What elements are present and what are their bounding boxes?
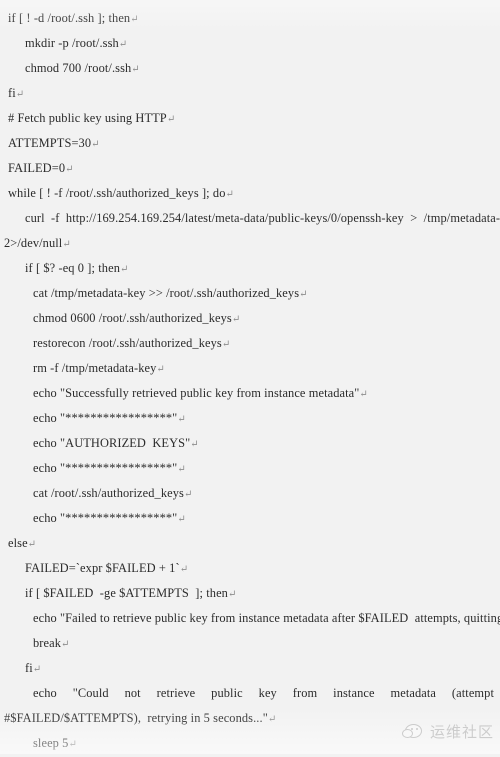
code-line: echo "Successfully retrieved public key …	[4, 381, 496, 406]
code-line-text: #$FAILED/$ATTEMPTS), retrying in 5 secon…	[4, 711, 268, 725]
carriage-return-mark-icon: ↵	[15, 89, 25, 100]
code-line: #$FAILED/$ATTEMPTS), retrying in 5 secon…	[4, 706, 496, 731]
code-line: fi↵	[4, 656, 496, 681]
carriage-return-mark-icon: ↵	[183, 489, 193, 500]
code-line: cat /root/.ssh/authorized_keys↵	[4, 481, 496, 506]
carriage-return-mark-icon: ↵	[27, 539, 37, 550]
carriage-return-mark-icon: ↵	[190, 439, 199, 450]
code-line: break↵	[4, 631, 496, 656]
code-line: rm -f /tmp/metadata-key↵	[4, 356, 496, 381]
carriage-return-mark-icon: ↵	[118, 39, 128, 50]
code-line: chmod 0600 /root/.ssh/authorized_keys↵	[4, 306, 496, 331]
code-line-text: cat /tmp/metadata-key >> /root/.ssh/auth…	[33, 286, 300, 300]
carriage-return-mark-icon: ↵	[227, 589, 237, 600]
code-block: if [ ! -d /root/.ssh ]; then↵ mkdir -p /r…	[4, 6, 500, 756]
code-line-text: mkdir -p /root/.ssh	[25, 36, 119, 50]
code-line: while [ ! -f /root/.ssh/authorized_keys …	[4, 181, 496, 206]
code-line: if [ $FAILED -ge $ATTEMPTS ]; then↵	[4, 581, 496, 606]
code-line-text: sleep 5	[33, 736, 69, 750]
code-line: echo "Failed to retrieve public key from…	[4, 606, 500, 631]
code-line: echo "AUTHORIZED KEYS"↵	[4, 431, 496, 456]
carriage-return-mark-icon: ↵	[359, 389, 368, 400]
code-line-text: cat /root/.ssh/authorized_keys	[33, 486, 184, 500]
code-line-text: if [ $? -eq 0 ]; then	[25, 261, 120, 275]
code-line-text: echo "Failed to retrieve public key from…	[33, 611, 500, 625]
code-line-text: while [ ! -f /root/.ssh/authorized_keys …	[8, 186, 226, 200]
code-line-text: echo "Could not retrieve public key from…	[33, 686, 494, 700]
code-line: FAILED=0↵	[4, 156, 496, 181]
code-line: if [ $? -eq 0 ]; then↵	[4, 256, 496, 281]
code-line: restorecon /root/.ssh/authorized_keys↵	[4, 331, 496, 356]
code-line-text: echo "*****************"	[33, 411, 178, 425]
code-line-text: restorecon /root/.ssh/authorized_keys	[33, 336, 222, 350]
code-line: else↵	[4, 531, 496, 556]
code-line-text: echo "AUTHORIZED KEYS"	[33, 436, 191, 450]
carriage-return-mark-icon: ↵	[32, 664, 42, 675]
code-line: cat /tmp/metadata-key >> /root/.ssh/auth…	[4, 281, 496, 306]
code-line: # Fetch public key using HTTP↵	[4, 106, 496, 131]
carriage-return-mark-icon: ↵	[231, 314, 241, 325]
code-line-text: echo "*****************"	[33, 461, 178, 475]
code-line-text: fi	[25, 661, 33, 675]
code-line: echo "*****************"↵	[4, 406, 496, 431]
code-line-text: if [ ! -d /root/.ssh ]; then	[8, 11, 131, 25]
carriage-return-mark-icon: ↵	[177, 464, 186, 475]
carriage-return-mark-icon: ↵	[267, 714, 277, 725]
code-line: echo "*****************"↵	[4, 506, 496, 531]
carriage-return-mark-icon: ↵	[299, 289, 308, 300]
carriage-return-mark-icon: ↵	[179, 564, 189, 575]
carriage-return-mark-icon: ↵	[156, 364, 165, 375]
code-line-text: else	[8, 536, 28, 550]
code-line-text: chmod 0600 /root/.ssh/authorized_keys	[33, 311, 232, 325]
code-line-text: curl -f http://169.254.169.254/latest/me…	[25, 211, 500, 225]
code-line-text: FAILED=0	[8, 161, 66, 175]
carriage-return-mark-icon: ↵	[120, 264, 129, 275]
code-line-text: if [ $FAILED -ge $ATTEMPTS ]; then	[25, 586, 228, 600]
code-line-text: # Fetch public key using HTTP	[8, 111, 167, 125]
code-line: chmod 700 /root/.ssh↵	[4, 56, 496, 81]
code-line: sleep 5↵	[4, 731, 496, 756]
code-line-text: echo "*****************"	[33, 511, 178, 525]
carriage-return-mark-icon: ↵	[177, 414, 186, 425]
code-line-text: echo "Successfully retrieved public key …	[33, 386, 360, 400]
code-line: 2>/dev/null↵	[4, 231, 496, 256]
code-line-text: FAILED=`expr $FAILED + 1`	[25, 561, 180, 575]
code-screenshot-page: if [ ! -d /root/.ssh ]; then↵ mkdir -p /r…	[0, 0, 500, 754]
carriage-return-mark-icon: ↵	[62, 239, 71, 250]
code-line: mkdir -p /root/.ssh↵	[4, 31, 496, 56]
carriage-return-mark-icon: ↵	[61, 639, 70, 650]
code-line-text: ATTEMPTS=30	[8, 136, 92, 150]
code-line-text: chmod 700 /root/.ssh	[25, 61, 132, 75]
code-line-text: rm -f /tmp/metadata-key	[33, 361, 157, 375]
code-line: if [ ! -d /root/.ssh ]; then↵	[4, 6, 496, 31]
code-line-text: break	[33, 636, 62, 650]
code-line: fi↵	[4, 81, 496, 106]
carriage-return-mark-icon: ↵	[166, 114, 176, 125]
code-line: ATTEMPTS=30↵	[4, 131, 496, 156]
code-line: FAILED=`expr $FAILED + 1`↵	[4, 556, 496, 581]
carriage-return-mark-icon: ↵	[225, 189, 234, 200]
code-line-text: fi	[8, 86, 16, 100]
code-line: echo "*****************"↵	[4, 456, 496, 481]
carriage-return-mark-icon: ↵	[91, 139, 100, 150]
carriage-return-mark-icon: ↵	[65, 164, 74, 175]
code-line-text: 2>/dev/null	[4, 236, 63, 250]
carriage-return-mark-icon: ↵	[130, 14, 139, 25]
code-line: echo "Could not retrieve public key from…	[4, 681, 496, 706]
code-line: curl -f http://169.254.169.254/latest/me…	[4, 206, 500, 231]
carriage-return-mark-icon: ↵	[221, 339, 231, 350]
carriage-return-mark-icon: ↵	[131, 64, 140, 75]
carriage-return-mark-icon: ↵	[177, 514, 186, 525]
carriage-return-mark-icon: ↵	[68, 739, 77, 750]
